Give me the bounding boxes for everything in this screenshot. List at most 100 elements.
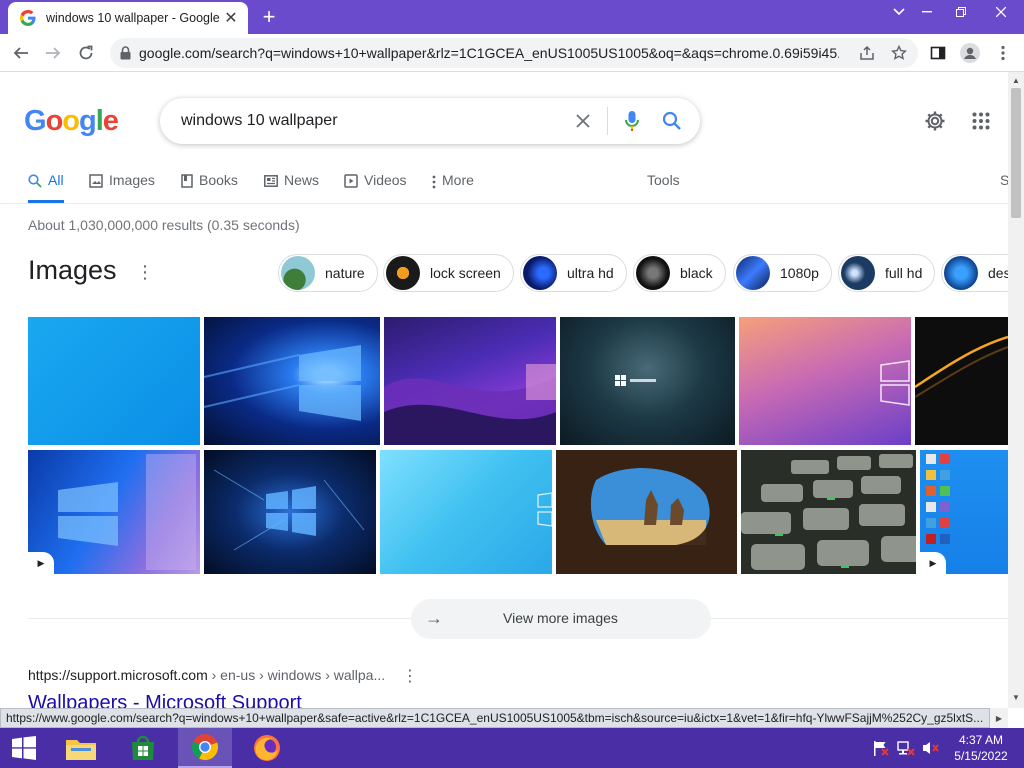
image-result[interactable] xyxy=(204,317,380,445)
network-icon[interactable] xyxy=(897,728,915,768)
chip-label: full hd xyxy=(885,265,923,281)
page-scrollbar[interactable]: ▲ ▼ xyxy=(1008,72,1024,708)
start-button[interactable] xyxy=(0,728,48,768)
link-status-bar: https://www.google.com/search?q=windows+… xyxy=(0,708,990,728)
forward-arrow-icon[interactable] xyxy=(40,40,66,66)
tab-label: News xyxy=(284,172,320,188)
reload-icon[interactable] xyxy=(73,40,99,66)
image-result[interactable] xyxy=(380,450,552,574)
chip-label: des xyxy=(988,265,1008,281)
bookmark-star-icon[interactable] xyxy=(886,40,912,66)
play-video-icon[interactable]: ▶ xyxy=(28,552,54,574)
result-breadcrumb[interactable]: https://support.microsoft.com › en-us › … xyxy=(28,667,385,683)
voice-search-mic-icon[interactable] xyxy=(612,101,652,141)
scrollbar-thumb[interactable] xyxy=(1011,88,1021,218)
scroll-right-arrow-icon[interactable]: ▶ xyxy=(990,708,1008,728)
browser-tab[interactable]: windows 10 wallpaper - Google Search ✕ xyxy=(8,2,248,34)
tools-label: Tools xyxy=(647,172,680,188)
close-tab-icon[interactable]: ✕ xyxy=(222,9,240,27)
scroll-down-arrow-icon[interactable]: ▼ xyxy=(1012,693,1020,702)
news-icon xyxy=(264,175,278,187)
chrome-taskbar-icon[interactable] xyxy=(178,728,232,768)
image-result[interactable] xyxy=(384,317,556,445)
image-result[interactable] xyxy=(204,450,376,574)
profile-avatar-icon[interactable] xyxy=(957,40,983,66)
chrome-menu-icon[interactable] xyxy=(990,40,1016,66)
new-tab-button[interactable]: + xyxy=(256,4,282,29)
abstract-wallpaper xyxy=(915,335,1008,398)
image-result[interactable] xyxy=(560,317,735,445)
tools-button[interactable]: Tools xyxy=(647,172,680,203)
tab-overflow-text: S xyxy=(1000,172,1008,188)
apps-grid-icon[interactable] xyxy=(968,108,994,134)
clear-search-icon[interactable] xyxy=(563,101,603,141)
volume-muted-icon[interactable] xyxy=(922,728,940,768)
cave-beach-wallpaper xyxy=(556,450,737,574)
tab-title: windows 10 wallpaper - Google Search xyxy=(46,11,222,25)
chip-lock-screen[interactable]: lock screen xyxy=(383,254,514,292)
logo-letter: o xyxy=(45,105,64,137)
search-submit-icon[interactable] xyxy=(652,101,692,141)
action-center-flag-icon[interactable] xyxy=(872,728,890,768)
search-box[interactable]: windows 10 wallpaper xyxy=(160,98,700,144)
back-arrow-icon[interactable] xyxy=(8,40,34,66)
google-logo[interactable]: Google xyxy=(24,105,119,138)
settings-gear-icon[interactable] xyxy=(922,108,948,134)
restore-icon[interactable] xyxy=(944,0,978,24)
side-panel-icon[interactable] xyxy=(925,40,951,66)
chip-thumbnail xyxy=(523,256,557,290)
image-result[interactable] xyxy=(28,317,200,445)
images-more-options-icon[interactable]: ⋮ xyxy=(136,262,154,283)
chip-label: ultra hd xyxy=(567,265,614,281)
search-input[interactable]: windows 10 wallpaper xyxy=(181,112,563,130)
minimize-icon[interactable] xyxy=(910,0,944,24)
view-more-images-button[interactable]: → View more images xyxy=(411,599,711,639)
image-result[interactable] xyxy=(556,450,737,574)
search-nav-tabs: All Images Books News Videos More Tools … xyxy=(28,172,1008,203)
microsoft-store-taskbar-icon[interactable] xyxy=(116,728,170,768)
result-more-options-icon[interactable]: ⋮ xyxy=(402,666,418,686)
image-result[interactable] xyxy=(741,450,916,574)
tab-overflow-label[interactable]: S xyxy=(1000,172,1008,203)
result-path: › en-us › windows › wallpa... xyxy=(207,667,386,683)
image-result[interactable]: ▶ xyxy=(28,450,200,574)
chip-1080p[interactable]: 1080p xyxy=(733,254,832,292)
chip-full-hd[interactable]: full hd xyxy=(838,254,936,292)
tab-label: Videos xyxy=(364,172,407,188)
result-title-link[interactable]: Wallpapers - Microsoft Support xyxy=(28,692,302,708)
tab-more[interactable]: More xyxy=(432,172,474,203)
chip-desktop[interactable]: des xyxy=(941,254,1008,292)
tab-books[interactable]: Books xyxy=(181,172,238,203)
play-video-icon[interactable]: ▶ xyxy=(920,552,946,574)
tab-label: More xyxy=(442,172,474,188)
close-window-icon[interactable] xyxy=(978,0,1024,24)
chip-ultra-hd[interactable]: ultra hd xyxy=(520,254,627,292)
chip-thumbnail xyxy=(636,256,670,290)
tab-all[interactable]: All xyxy=(28,172,64,203)
file-explorer-taskbar-icon[interactable] xyxy=(54,728,108,768)
logo-letter: g xyxy=(79,105,97,137)
book-icon xyxy=(181,174,193,188)
address-bar[interactable]: google.com/search?q=windows+10+wallpaper… xyxy=(110,38,918,68)
url-text: google.com/search?q=windows+10+wallpaper… xyxy=(139,45,839,61)
image-result[interactable] xyxy=(915,317,1008,445)
share-icon[interactable] xyxy=(854,40,880,66)
chip-thumbnail xyxy=(281,256,315,290)
tab-images[interactable]: Images xyxy=(89,172,155,203)
chip-thumbnail xyxy=(944,256,978,290)
image-result[interactable]: ▶ xyxy=(920,450,1008,574)
chip-nature[interactable]: nature xyxy=(278,254,378,292)
tabs-divider xyxy=(0,203,1008,204)
tab-videos[interactable]: Videos xyxy=(344,172,407,203)
image-result[interactable] xyxy=(739,317,911,445)
tab-label: Books xyxy=(199,172,238,188)
arrow-right-icon: → xyxy=(425,608,443,628)
more-vertical-icon xyxy=(432,175,436,189)
firefox-taskbar-icon[interactable] xyxy=(240,728,294,768)
tab-news[interactable]: News xyxy=(264,172,319,203)
taskbar-clock[interactable]: 4:37 AM 5/15/2022 xyxy=(948,732,1014,764)
chip-black[interactable]: black xyxy=(633,254,726,292)
windows-logo-wallpaper xyxy=(58,454,196,570)
google-favicon-icon xyxy=(20,10,36,26)
scroll-up-arrow-icon[interactable]: ▲ xyxy=(1012,76,1020,85)
